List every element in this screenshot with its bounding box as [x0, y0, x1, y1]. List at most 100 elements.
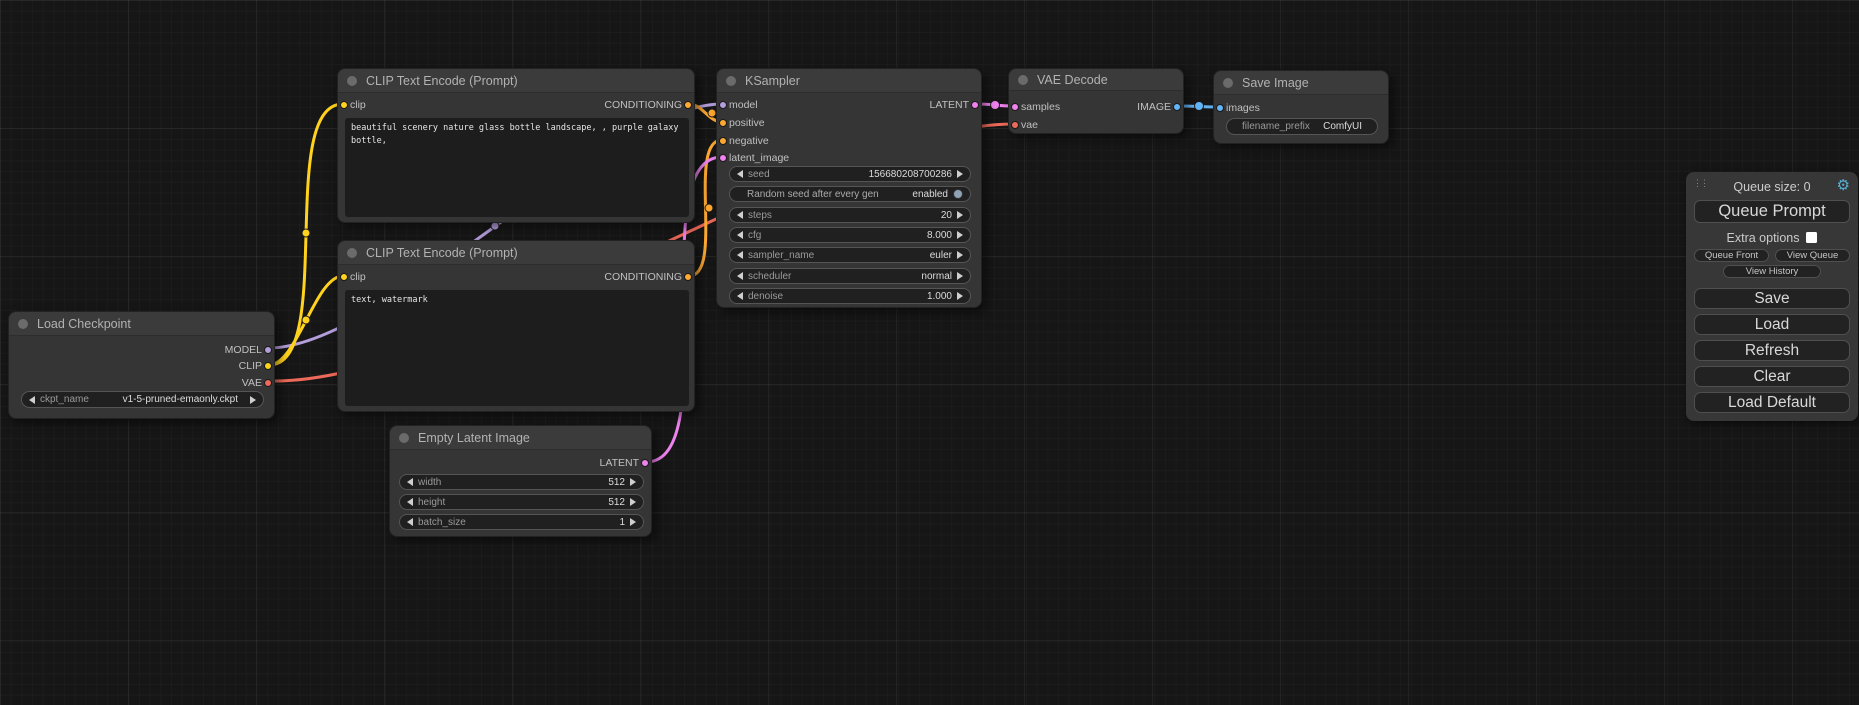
- toggle-icon[interactable]: [953, 189, 963, 199]
- next-value-icon[interactable]: [957, 211, 963, 219]
- node-clip-text-encode-2[interactable]: CLIP Text Encode (Prompt) clip CONDITION…: [337, 240, 695, 412]
- prompt-text-area[interactable]: beautiful scenery nature glass bottle la…: [345, 118, 689, 217]
- next-value-icon[interactable]: [630, 518, 636, 526]
- node-graph-canvas[interactable]: Load Checkpoint MODEL CLIP VAE ckpt_name…: [0, 0, 1859, 705]
- save-button[interactable]: Save: [1694, 288, 1850, 309]
- output-slot-image[interactable]: [1173, 103, 1181, 111]
- input-slot-latent-image[interactable]: [719, 154, 727, 162]
- settings-gear-icon[interactable]: ⚙: [1837, 178, 1850, 194]
- refresh-button[interactable]: Refresh: [1694, 340, 1850, 361]
- node-empty-latent-header[interactable]: Empty Latent Image: [390, 426, 651, 450]
- clear-button[interactable]: Clear: [1694, 366, 1850, 387]
- next-value-icon[interactable]: [630, 498, 636, 506]
- input-slot-negative[interactable]: [719, 137, 727, 145]
- output-label-model: MODEL: [225, 344, 262, 356]
- filename-prefix-widget[interactable]: filename_prefix ComfyUI: [1226, 118, 1378, 135]
- widget-name: filename_prefix: [1242, 121, 1310, 132]
- next-value-icon[interactable]: [957, 251, 963, 259]
- view-queue-button[interactable]: View Queue: [1775, 249, 1850, 262]
- node-title: CLIP Text Encode (Prompt): [366, 246, 518, 260]
- steps-widget[interactable]: steps 20: [729, 207, 971, 223]
- output-slot-model[interactable]: [264, 346, 272, 354]
- input-slot-positive[interactable]: [719, 119, 727, 127]
- output-slot-vae[interactable]: [264, 379, 272, 387]
- prev-value-icon[interactable]: [407, 478, 413, 486]
- height-widget[interactable]: height 512: [399, 494, 644, 510]
- load-button[interactable]: Load: [1694, 314, 1850, 335]
- prev-value-icon[interactable]: [737, 251, 743, 259]
- widget-value: 20: [941, 210, 952, 221]
- extra-options-checkbox[interactable]: [1806, 232, 1817, 243]
- node-clip1-header[interactable]: CLIP Text Encode (Prompt): [338, 69, 694, 93]
- widget-value: ComfyUI: [1323, 121, 1362, 132]
- queue-panel[interactable]: ⋮⋮ Queue size: 0 ⚙ Queue Prompt Extra op…: [1686, 172, 1858, 421]
- collapse-dot-icon[interactable]: [1223, 78, 1233, 88]
- output-slot-conditioning[interactable]: [684, 273, 692, 281]
- node-empty-latent-image[interactable]: Empty Latent Image LATENT width 512 heig…: [389, 425, 652, 537]
- input-label-positive: positive: [729, 117, 765, 129]
- input-slot-vae[interactable]: [1011, 121, 1019, 129]
- denoise-widget[interactable]: denoise 1.000: [729, 288, 971, 304]
- prompt-text-area[interactable]: text, watermark: [345, 290, 689, 406]
- queue-front-button[interactable]: Queue Front: [1694, 249, 1769, 262]
- prev-value-icon[interactable]: [737, 292, 743, 300]
- prev-value-icon[interactable]: [407, 518, 413, 526]
- node-vae-decode[interactable]: VAE Decode samples vae IMAGE: [1008, 68, 1184, 134]
- view-history-button[interactable]: View History: [1723, 265, 1821, 278]
- input-slot-images[interactable]: [1216, 104, 1224, 112]
- random-seed-widget[interactable]: Random seed after every gen enabled: [729, 186, 971, 202]
- output-slot-conditioning[interactable]: [684, 101, 692, 109]
- node-clip-text-encode-1[interactable]: CLIP Text Encode (Prompt) clip CONDITION…: [337, 68, 695, 223]
- seed-widget[interactable]: seed 156680208700286: [729, 166, 971, 182]
- widget-value: 512: [608, 497, 625, 508]
- prev-value-icon[interactable]: [407, 498, 413, 506]
- output-slot-latent[interactable]: [971, 101, 979, 109]
- sampler-name-widget[interactable]: sampler_name euler: [729, 247, 971, 263]
- output-slot-latent[interactable]: [641, 459, 649, 467]
- scheduler-widget[interactable]: scheduler normal: [729, 268, 971, 284]
- queue-prompt-button[interactable]: Queue Prompt: [1694, 200, 1850, 223]
- collapse-dot-icon[interactable]: [347, 248, 357, 258]
- node-save-image[interactable]: Save Image images filename_prefix ComfyU…: [1213, 70, 1389, 144]
- prev-value-icon[interactable]: [29, 396, 35, 404]
- node-ksampler[interactable]: KSampler model positive negative latent_…: [716, 68, 982, 308]
- widget-name: seed: [748, 169, 770, 180]
- node-load-checkpoint[interactable]: Load Checkpoint MODEL CLIP VAE ckpt_name…: [8, 311, 275, 419]
- load-default-button[interactable]: Load Default: [1694, 392, 1850, 413]
- input-slot-samples[interactable]: [1011, 103, 1019, 111]
- batch-size-widget[interactable]: batch_size 1: [399, 514, 644, 530]
- next-value-icon[interactable]: [957, 170, 963, 178]
- next-value-icon[interactable]: [957, 231, 963, 239]
- input-slot-model[interactable]: [719, 101, 727, 109]
- prev-value-icon[interactable]: [737, 170, 743, 178]
- collapse-dot-icon[interactable]: [399, 433, 409, 443]
- next-value-icon[interactable]: [957, 292, 963, 300]
- node-save-image-header[interactable]: Save Image: [1214, 71, 1388, 95]
- next-value-icon[interactable]: [250, 396, 256, 404]
- collapse-dot-icon[interactable]: [18, 319, 28, 329]
- next-value-icon[interactable]: [630, 478, 636, 486]
- next-value-icon[interactable]: [957, 272, 963, 280]
- node-clip2-header[interactable]: CLIP Text Encode (Prompt): [338, 241, 694, 265]
- collapse-dot-icon[interactable]: [726, 76, 736, 86]
- extra-options-label: Extra options: [1727, 231, 1800, 245]
- cfg-widget[interactable]: cfg 8.000: [729, 227, 971, 243]
- prev-value-icon[interactable]: [737, 231, 743, 239]
- node-title: Load Checkpoint: [37, 317, 131, 331]
- input-slot-clip[interactable]: [340, 101, 348, 109]
- widget-name: ckpt_name: [40, 394, 89, 405]
- drag-handle-icon[interactable]: ⋮⋮: [1693, 179, 1707, 188]
- node-load-checkpoint-header[interactable]: Load Checkpoint: [9, 312, 274, 336]
- collapse-dot-icon[interactable]: [1018, 75, 1028, 85]
- node-title: VAE Decode: [1037, 73, 1108, 87]
- input-slot-clip[interactable]: [340, 273, 348, 281]
- prev-value-icon[interactable]: [737, 272, 743, 280]
- prev-value-icon[interactable]: [737, 211, 743, 219]
- node-ksampler-header[interactable]: KSampler: [717, 69, 981, 93]
- ckpt-name-widget[interactable]: ckpt_name v1-5-pruned-emaonly.ckpt: [21, 391, 264, 408]
- node-vae-decode-header[interactable]: VAE Decode: [1009, 69, 1183, 91]
- output-slot-clip[interactable]: [264, 362, 272, 370]
- collapse-dot-icon[interactable]: [347, 76, 357, 86]
- width-widget[interactable]: width 512: [399, 474, 644, 490]
- widget-value: v1-5-pruned-emaonly.ckpt: [123, 394, 238, 405]
